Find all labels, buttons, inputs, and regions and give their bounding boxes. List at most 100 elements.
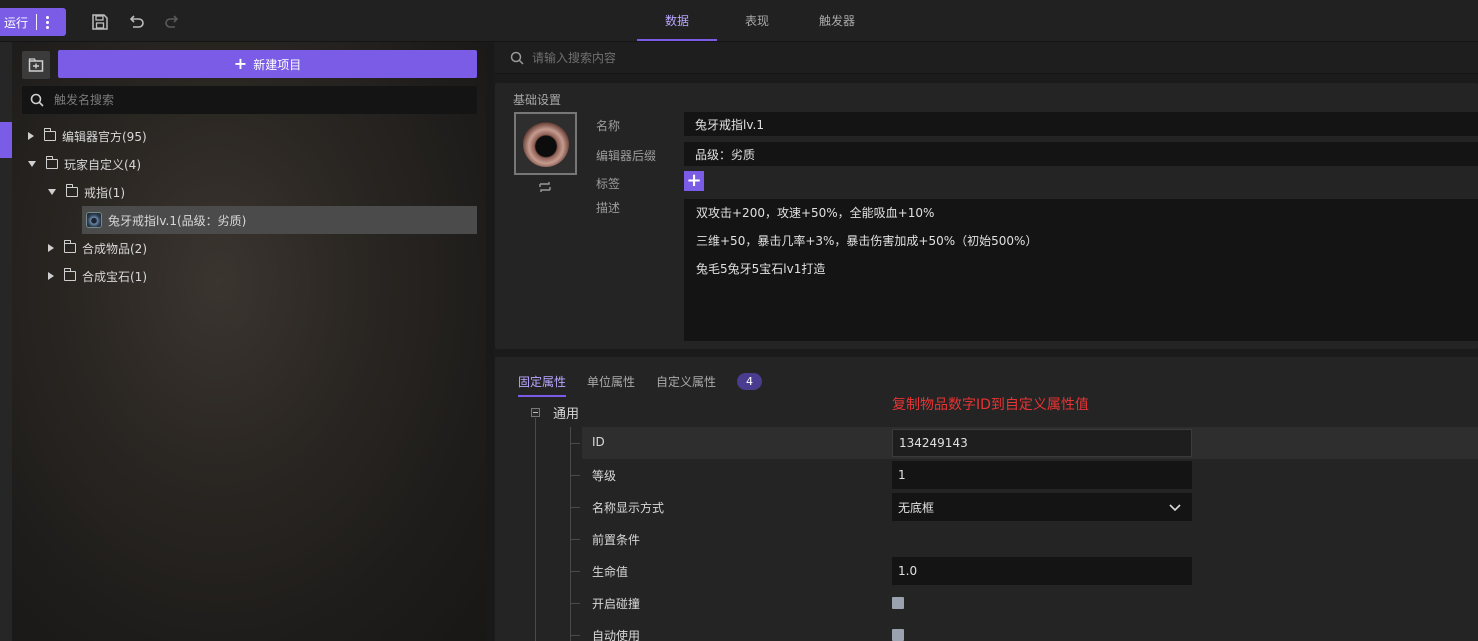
tree-item-custom[interactable]: 玩家自定义(4) bbox=[28, 150, 141, 178]
prop-row-auto-use: 自动使用 bbox=[582, 619, 1478, 641]
expand-arrow-icon[interactable] bbox=[48, 272, 54, 280]
top-toolbar: 运行 数据 表现 触发器 bbox=[0, 0, 1478, 42]
redo-icon[interactable] bbox=[163, 13, 181, 31]
id-field[interactable]: 134249143 bbox=[892, 429, 1192, 457]
tab-custom-props[interactable]: 自定义属性 bbox=[656, 369, 716, 393]
search-icon bbox=[510, 51, 524, 65]
tag-label: 标签 bbox=[596, 177, 621, 191]
auto-use-checkbox[interactable] bbox=[892, 629, 904, 641]
name-label: 名称 bbox=[596, 119, 621, 133]
trigger-search bbox=[22, 86, 477, 114]
hp-field[interactable]: 1.0 bbox=[892, 557, 1192, 585]
prop-row-collision: 开启碰撞 bbox=[582, 587, 1478, 619]
description-line: 三维+50，暴击几率+3%，暴击伤害加成+50%（初始500%） bbox=[696, 234, 1038, 248]
tree-branch bbox=[570, 443, 580, 444]
data-editor-panel: 基础设置 名称 兔牙戒指lv.1 编辑器后缀 品级：劣质 标签 + 描述 双攻击… bbox=[494, 42, 1478, 641]
property-search bbox=[494, 42, 1478, 74]
tree-item-crafted[interactable]: 合成物品(2) bbox=[48, 234, 147, 262]
search-icon bbox=[30, 93, 44, 107]
run-button[interactable]: 运行 bbox=[0, 8, 66, 36]
tree-line bbox=[570, 427, 571, 641]
folder-icon bbox=[63, 240, 76, 253]
annotation-hint: 复制物品数字ID到自定义属性值 bbox=[892, 397, 1089, 413]
tree-item-rings[interactable]: 戒指(1) bbox=[48, 178, 125, 206]
add-tag-button[interactable]: + bbox=[684, 171, 704, 191]
tree-branch bbox=[570, 539, 580, 540]
prop-label: 前置条件 bbox=[592, 533, 641, 547]
properties-section: 固定属性 单位属性 自定义属性 4 复制物品数字ID到自定义属性值 通用 ID … bbox=[495, 357, 1478, 641]
plus-icon: + bbox=[233, 54, 248, 73]
select-value: 无底框 bbox=[898, 500, 935, 515]
expand-arrow-icon[interactable] bbox=[28, 132, 34, 140]
collapse-arrow-icon[interactable] bbox=[48, 189, 56, 195]
tree-item-label: 戒指(1) bbox=[84, 185, 125, 200]
chevron-down-icon bbox=[1169, 504, 1181, 512]
tree-item-gems[interactable]: 合成宝石(1) bbox=[48, 262, 147, 290]
section-title: 基础设置 bbox=[513, 93, 562, 107]
property-search-input[interactable] bbox=[532, 50, 832, 65]
property-tabs: 固定属性 单位属性 自定义属性 4 bbox=[518, 369, 763, 397]
tree-item-label: 编辑器官方(95) bbox=[62, 129, 147, 144]
tree-branch bbox=[570, 475, 580, 476]
name-field[interactable]: 兔牙戒指lv.1 bbox=[684, 112, 1478, 136]
name-display-select[interactable]: 无底框 bbox=[892, 493, 1192, 521]
tree-item-rabbit-ring[interactable]: 兔牙戒指lv.1(品级：劣质) bbox=[82, 206, 477, 234]
ring-item-icon bbox=[86, 212, 102, 228]
custom-props-count-badge: 4 bbox=[737, 372, 763, 390]
description-line: 兔毛5兔牙5宝石lv1打造 bbox=[696, 262, 826, 276]
run-separator bbox=[36, 14, 38, 30]
tree-line bbox=[535, 418, 536, 641]
description-field[interactable]: 双攻击+200，攻速+50%，全能吸血+10% 三维+50，暴击几率+3%，暴击… bbox=[684, 199, 1478, 341]
replace-icon[interactable] bbox=[537, 179, 553, 195]
tab-data[interactable]: 数据 bbox=[637, 0, 717, 41]
tab-triggers[interactable]: 触发器 bbox=[797, 0, 877, 41]
run-label: 运行 bbox=[4, 15, 29, 30]
prop-row-prerequisite: 前置条件 bbox=[582, 523, 1478, 555]
folder-icon bbox=[43, 128, 56, 141]
group-general-label: 通用 bbox=[553, 407, 580, 422]
expand-arrow-icon[interactable] bbox=[48, 244, 54, 252]
suffix-label: 编辑器后缀 bbox=[596, 149, 657, 163]
tree-branch bbox=[570, 603, 580, 604]
tree-branch bbox=[570, 507, 580, 508]
prop-label: 自动使用 bbox=[592, 629, 641, 641]
new-item-label: 新建项目 bbox=[253, 57, 302, 72]
tree-branch bbox=[570, 635, 580, 636]
basic-settings-section: 基础设置 名称 兔牙戒指lv.1 编辑器后缀 品级：劣质 标签 + 描述 双攻击… bbox=[495, 83, 1478, 349]
project-tree-panel: + 新建项目 编辑器官方(95) 玩家自定义(4) 戒指(1) 兔牙戒指lv.1… bbox=[0, 42, 486, 641]
side-strip bbox=[0, 42, 12, 641]
library-button[interactable] bbox=[22, 51, 50, 79]
tree-item-label: 兔牙戒指lv.1(品级：劣质) bbox=[108, 213, 247, 228]
new-item-button[interactable]: + 新建项目 bbox=[58, 50, 477, 78]
prop-label: 等级 bbox=[592, 469, 617, 483]
tab-appearance[interactable]: 表现 bbox=[717, 0, 797, 41]
suffix-field[interactable]: 品级：劣质 bbox=[684, 142, 1478, 166]
level-field[interactable]: 1 bbox=[892, 461, 1192, 489]
panel-splitter[interactable] bbox=[486, 42, 494, 641]
main-tabs: 数据 表现 触发器 bbox=[637, 0, 877, 41]
collapse-arrow-icon[interactable] bbox=[28, 161, 36, 167]
item-icon-preview[interactable] bbox=[514, 112, 577, 175]
tree-item-label: 合成物品(2) bbox=[82, 241, 147, 256]
tree-branch bbox=[570, 571, 580, 572]
folder-icon bbox=[63, 268, 76, 281]
prop-row-level: 等级 1 bbox=[582, 459, 1478, 491]
tree-item-official[interactable]: 编辑器官方(95) bbox=[28, 122, 147, 150]
more-icon[interactable] bbox=[37, 15, 57, 29]
prop-label: 开启碰撞 bbox=[592, 597, 641, 611]
tab-fixed-props[interactable]: 固定属性 bbox=[518, 369, 567, 397]
folder-icon bbox=[65, 184, 78, 197]
collapse-group-icon[interactable] bbox=[531, 408, 540, 417]
prop-row-hp: 生命值 1.0 bbox=[582, 555, 1478, 587]
tree-item-label: 玩家自定义(4) bbox=[64, 157, 141, 172]
ring-image bbox=[522, 120, 569, 167]
undo-icon[interactable] bbox=[127, 13, 145, 31]
save-icon[interactable] bbox=[91, 13, 109, 31]
prop-label: ID bbox=[592, 435, 605, 449]
tree-item-label: 合成宝石(1) bbox=[82, 269, 147, 284]
trigger-search-input[interactable] bbox=[54, 93, 454, 107]
folder-library-icon bbox=[28, 58, 44, 72]
tab-unit-props[interactable]: 单位属性 bbox=[587, 369, 635, 393]
prop-row-name-display: 名称显示方式 无底框 bbox=[582, 491, 1478, 523]
collision-checkbox[interactable] bbox=[892, 597, 904, 609]
